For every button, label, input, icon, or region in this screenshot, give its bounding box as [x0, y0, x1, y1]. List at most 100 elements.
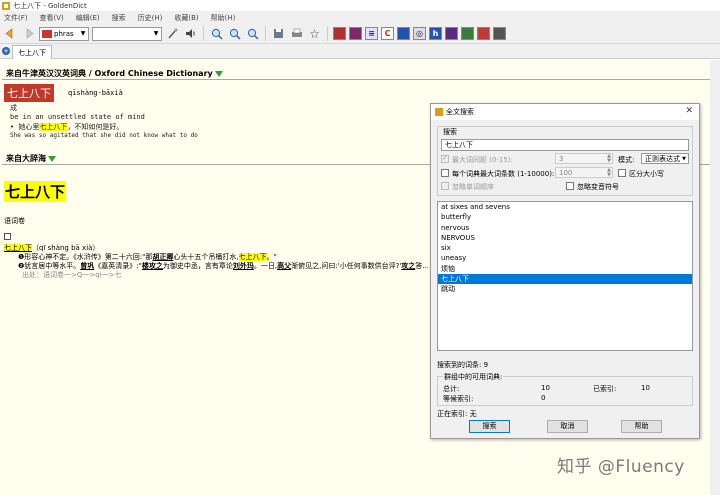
result-item[interactable]: uneasy — [438, 253, 692, 263]
oxford-section-header[interactable]: 来自牛津英汉汉英词典 / Oxford Chinese Dictionary — [2, 68, 718, 80]
indexing-status: 正在索引: 无 — [437, 410, 477, 418]
total-label: 总计: — [443, 385, 460, 393]
chevron-down-icon: ▼ — [153, 30, 159, 37]
result-item[interactable]: butterfly — [438, 212, 692, 222]
ignore-word-order-label: 忽略单词顺序 — [452, 183, 494, 191]
dictionary-icon-7[interactable]: h — [429, 27, 442, 40]
search-button[interactable]: 搜索 — [469, 420, 510, 433]
menu-history[interactable]: 历史(H) — [134, 13, 171, 23]
toolbar-separator — [203, 26, 204, 41]
new-tab-icon[interactable]: + — [2, 47, 10, 55]
sense1-bold[interactable]: 胡正卿 — [152, 253, 173, 261]
chevron-down-icon: ▼ — [682, 156, 686, 162]
dictionary-icon-8[interactable] — [445, 27, 458, 40]
dialog-search-input[interactable]: 七上八下 — [441, 139, 689, 151]
sense2-bold-4[interactable]: 高父 — [277, 262, 291, 270]
oxford-pos: 成 — [10, 104, 17, 112]
match-case-label: 区分大小写 — [629, 170, 664, 178]
forward-icon[interactable] — [21, 26, 36, 41]
dictionary-icon-5[interactable] — [397, 27, 410, 40]
zoom-reset-icon[interactable] — [245, 26, 260, 41]
wand-icon[interactable] — [165, 26, 180, 41]
entry-headword[interactable]: 七上八下 — [4, 244, 32, 252]
menu-edit[interactable]: 编辑(E) — [72, 13, 108, 23]
match-case-checkbox[interactable] — [618, 169, 626, 177]
dictionary-icon-3[interactable]: ≡ — [365, 27, 378, 40]
dictionary-icon-11[interactable] — [493, 27, 506, 40]
results-list[interactable]: at sixes and sevens butterfly nervous NE… — [437, 201, 693, 351]
window-titlebar: 七上八下 - GoldenDict — [0, 0, 720, 11]
oxford-header-text: 来自牛津英汉汉英词典 / Oxford Chinese Dictionary — [6, 69, 213, 78]
result-item[interactable]: 跳动 — [438, 284, 692, 294]
sense2-bold-5[interactable]: 攻之 — [401, 262, 415, 270]
oxford-pinyin: qīshàng-bāxià — [68, 89, 123, 97]
speaker-icon[interactable] — [183, 26, 198, 41]
dictionary-icon-10[interactable] — [477, 27, 490, 40]
dictionary-icon-9[interactable] — [461, 27, 474, 40]
menu-view[interactable]: 查看(V) — [36, 13, 72, 23]
chevron-down-icon: ▼ — [80, 30, 86, 37]
cidian-category: 语词卷 — [4, 217, 25, 225]
sense2-tail: 答... — [415, 262, 428, 270]
result-item[interactable]: nervous — [438, 223, 692, 233]
sense2-mid: 《嘉英清录》:" — [94, 262, 142, 270]
sense2-bold-3[interactable]: 刘外玛 — [233, 262, 254, 270]
menu-favorites[interactable]: 收藏(B) — [170, 13, 206, 23]
toolbar-separator — [327, 26, 328, 41]
help-button[interactable]: 帮助 — [621, 420, 662, 433]
dictionary-group-combo[interactable]: phras ▼ — [39, 26, 89, 41]
ignore-word-order-checkbox[interactable] — [441, 182, 449, 190]
tab-current[interactable]: 七上八下 — [12, 45, 52, 59]
max-articles-spinbox[interactable]: 100 ▲ ▼ — [555, 167, 613, 178]
dictionary-icon-4[interactable]: C — [381, 27, 394, 40]
oxford-definition: be in an unsettled state of mind — [10, 113, 145, 121]
result-item-selected[interactable]: 七上八下 — [438, 274, 692, 285]
search-input[interactable]: ▼ — [92, 26, 162, 41]
back-icon[interactable] — [3, 26, 18, 41]
result-item[interactable]: six — [438, 243, 692, 253]
sense2-pre: ❷犹言居中等水平。 — [18, 262, 81, 270]
sense2-bold-2[interactable]: 楼攻之 — [142, 262, 163, 270]
dictionary-icon-6[interactable]: ◎ — [413, 27, 426, 40]
close-icon[interactable]: ✕ — [685, 106, 693, 116]
max-distance-spinbox[interactable]: 3 ▲ ▼ — [555, 153, 613, 164]
menu-search[interactable]: 搜索 — [108, 13, 134, 23]
spin-arrows-icon[interactable]: ▲ ▼ — [607, 154, 611, 164]
print-icon[interactable] — [289, 26, 304, 41]
menu-file[interactable]: 文件(F) — [0, 13, 36, 23]
oxford-example-en: She was so agitated that she did not kno… — [10, 132, 198, 139]
zoom-in-icon[interactable] — [209, 26, 224, 41]
dictionary-icon-2[interactable] — [349, 27, 362, 40]
mode-select[interactable]: 正则表达式 ▼ — [641, 153, 689, 164]
entry-checkbox[interactable] — [4, 233, 11, 240]
ignore-diacritics-checkbox[interactable] — [566, 182, 574, 190]
result-item[interactable]: 烦恼 — [438, 264, 692, 274]
dialog-app-icon — [435, 108, 443, 116]
spin-arrows-icon[interactable]: ▲ ▼ — [607, 168, 611, 178]
sense1-pre: ❶形容心神不定。《水浒传》第二十六回:"那 — [18, 253, 153, 261]
star-icon[interactable]: ☆ — [307, 26, 322, 41]
max-articles-checkbox[interactable] — [441, 169, 449, 177]
save-icon[interactable] — [271, 26, 286, 41]
article-scrollbar[interactable] — [710, 60, 720, 495]
cancel-button[interactable]: 取消 — [547, 420, 588, 433]
menu-help[interactable]: 帮助(H) — [207, 13, 244, 23]
dictionary-oxford-icon[interactable] — [333, 27, 346, 40]
sense2-end: 渐俯见之,问曰:'小任何事数供台评?' — [291, 262, 402, 270]
max-distance-checkbox[interactable] — [441, 154, 449, 163]
main-toolbar: phras ▼ ▼ ☆ ≡ C ◎ h — [0, 24, 720, 44]
result-item[interactable]: NERVOUS — [438, 233, 692, 243]
collapse-triangle-icon[interactable] — [214, 70, 223, 77]
pending-label: 等候索引: — [443, 395, 474, 403]
toolbar-separator — [265, 26, 266, 41]
max-distance-label: 最大词间距 (0-15): — [452, 156, 513, 164]
zoom-out-icon[interactable] — [227, 26, 242, 41]
max-articles-value: 100 — [559, 169, 573, 177]
sense2-bold-1[interactable]: 曾巩 — [80, 262, 94, 270]
collapse-triangle-icon[interactable] — [48, 155, 56, 162]
indexed-label: 已索引: — [593, 385, 617, 393]
entry-pinyin: （qī shàng bā xià） — [32, 244, 100, 252]
tab-bar: + 七上八下 — [0, 44, 720, 59]
dialog-titlebar: 全文搜索 ✕ — [431, 104, 699, 120]
result-item[interactable]: at sixes and sevens — [438, 202, 692, 212]
